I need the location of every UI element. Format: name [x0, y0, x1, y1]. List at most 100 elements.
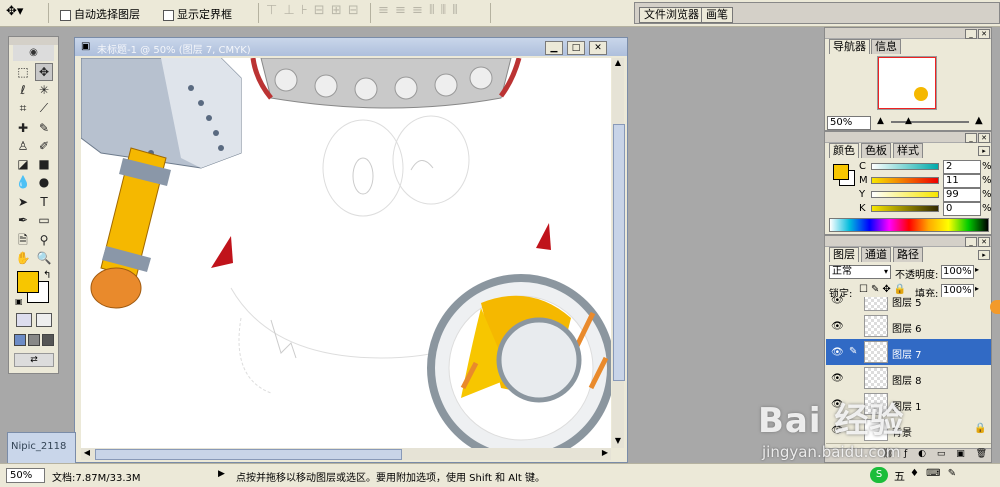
panel-close-icon[interactable]: ✕ [978, 133, 990, 143]
screen-mode-full-icon[interactable] [42, 334, 54, 346]
maximize-button[interactable]: □ [567, 41, 585, 55]
yellow-slider[interactable] [871, 191, 939, 198]
navigator-view-box[interactable] [878, 57, 936, 109]
adobe-logo-icon[interactable]: ◉ [13, 45, 54, 61]
align-buttons-icon[interactable]: ⊤ ⊥ ⊦ ⊟ ⊞ ⊟ [266, 3, 360, 18]
sidebar-tab-icon[interactable] [990, 300, 1000, 314]
navigator-zoom-handle-icon[interactable]: ▲ [905, 116, 912, 126]
layer-row[interactable]: 👁 图层 6 [826, 313, 991, 340]
zoom-in-icon[interactable]: ▲ [975, 115, 983, 126]
eye-icon[interactable]: 👁 [831, 347, 844, 358]
color-panel-foreground-swatch[interactable] [833, 164, 849, 180]
scroll-right-icon[interactable]: ▶ [599, 448, 611, 460]
layer-row[interactable]: 👁 图层 8 [826, 365, 991, 392]
distribute-buttons-icon[interactable]: ≡ ≡ ≡ ⫴ ⫴ ⫴ [378, 3, 459, 18]
document-title-bar[interactable]: ▣ 未标题-1 @ 50% (图层 7, CMYK) ▁ □ ✕ [75, 38, 627, 56]
magenta-value-input[interactable]: 11 [943, 174, 981, 188]
magic-wand-icon[interactable]: ✳ [35, 81, 53, 99]
slice-icon[interactable]: ⟋ [35, 99, 53, 117]
tab-navigator[interactable]: 导航器 [829, 39, 870, 54]
scroll-down-icon[interactable]: ▼ [613, 436, 623, 448]
ime-logo-icon[interactable]: S [870, 467, 888, 483]
tab-color[interactable]: 颜色 [829, 143, 859, 158]
eye-icon[interactable]: 👁 [831, 321, 844, 332]
layer-row[interactable]: 👁 图层 5 [826, 297, 991, 314]
show-bounds-checkbox[interactable]: 显示定界框 [163, 6, 232, 22]
path-select-icon[interactable]: ➤ [14, 193, 32, 211]
scroll-up-icon[interactable]: ▲ [613, 58, 623, 70]
eye-icon[interactable]: 👁 [831, 373, 844, 384]
fill-slider-icon[interactable]: ▸ [975, 284, 979, 293]
gradient-icon[interactable]: ■ [35, 155, 53, 173]
text-icon[interactable]: T [35, 193, 53, 211]
default-colors-icon[interactable]: ▣ [15, 297, 23, 306]
shape-icon[interactable]: ▭ [35, 211, 53, 229]
eye-icon[interactable]: 👁 [831, 297, 844, 306]
minimized-document[interactable]: Nipic_2118 [7, 432, 76, 464]
status-arrow-icon[interactable]: ▶ [218, 469, 225, 479]
auto-select-checkbox[interactable]: 自动选择图层 [60, 6, 140, 22]
tab-styles[interactable]: 样式 [893, 143, 923, 158]
horizontal-scroll-thumb[interactable] [95, 449, 402, 460]
tab-layers[interactable]: 图层 [829, 247, 859, 262]
tab-swatches[interactable]: 色板 [861, 143, 891, 158]
marquee-icon[interactable]: ⬚ [14, 63, 32, 81]
zoom-field[interactable]: 50% [6, 468, 45, 483]
blur-icon[interactable]: 💧 [14, 173, 32, 191]
scroll-left-icon[interactable]: ◀ [81, 448, 93, 460]
blend-mode-select[interactable]: 正常 ▾ [829, 265, 891, 279]
hand-icon[interactable]: ✋ [14, 249, 32, 267]
ime-toolbar-icon[interactable]: ♦ ⌨ ✎ [910, 468, 958, 479]
zoom-icon[interactable]: 🔍 [35, 249, 53, 267]
panel-menu-icon[interactable]: ▸ [978, 250, 990, 260]
panel-minimize-icon[interactable]: _ [965, 237, 977, 247]
black-slider[interactable] [871, 205, 939, 212]
horizontal-scrollbar[interactable]: ◀ ▶ [81, 448, 611, 460]
cyan-value-input[interactable]: 2 [943, 160, 981, 174]
minimize-button[interactable]: ▁ [545, 41, 563, 55]
opacity-slider-icon[interactable]: ▸ [975, 265, 979, 274]
opacity-field[interactable]: 100% [941, 265, 974, 279]
navigator-zoom-slider[interactable] [891, 121, 969, 123]
color-spectrum-bar[interactable] [829, 218, 989, 232]
toolbox-grip[interactable] [9, 37, 58, 45]
well-tab-brushes[interactable]: 画笔 [701, 7, 733, 23]
pen-icon[interactable]: ✒ [14, 211, 32, 229]
vertical-scrollbar[interactable]: ▲ ▼ [612, 58, 625, 448]
brush-icon[interactable]: ✎ [35, 119, 53, 137]
stamp-icon[interactable]: ♙ [14, 137, 32, 155]
tab-channels[interactable]: 通道 [861, 247, 891, 262]
panel-menu-icon[interactable]: ▸ [978, 146, 990, 156]
vertical-scroll-thumb[interactable] [613, 124, 625, 381]
healing-icon[interactable]: ✚ [14, 119, 32, 137]
lasso-icon[interactable]: ℓ [14, 81, 32, 99]
tab-paths[interactable]: 路径 [893, 247, 923, 262]
well-tab-file-browser[interactable]: 文件浏览器 [639, 7, 704, 23]
screen-mode-full-menu-icon[interactable] [28, 334, 40, 346]
tab-info[interactable]: 信息 [871, 39, 901, 54]
panel-close-icon[interactable]: ✕ [978, 29, 990, 39]
foreground-color-swatch[interactable] [17, 271, 39, 293]
cyan-slider[interactable] [871, 163, 939, 170]
move-icon[interactable]: ✥ [35, 63, 53, 81]
zoom-out-icon[interactable]: ▲ [877, 116, 884, 126]
fill-field[interactable]: 100% [941, 284, 974, 298]
panel-minimize-icon[interactable]: _ [965, 133, 977, 143]
navigator-thumbnail[interactable] [877, 56, 937, 110]
crop-icon[interactable]: ⌗ [14, 99, 32, 117]
panel-close-icon[interactable]: ✕ [978, 237, 990, 247]
history-brush-icon[interactable]: ✐ [35, 137, 53, 155]
move-tool-preset-icon[interactable]: ✥▾ [6, 4, 23, 19]
dodge-icon[interactable]: ● [35, 173, 53, 191]
close-button[interactable]: ✕ [589, 41, 607, 55]
navigator-zoom-field[interactable]: 50% [827, 116, 871, 130]
canvas[interactable] [81, 58, 611, 448]
panel-minimize-icon[interactable]: _ [965, 29, 977, 39]
eyedropper-icon[interactable]: ⚲ [35, 231, 53, 249]
black-value-input[interactable]: 0 [943, 202, 981, 216]
screen-mode-standard-icon[interactable] [14, 334, 26, 346]
jump-to-imageready-icon[interactable]: ⇄ [14, 353, 54, 367]
lock-options-icon[interactable]: ☐✎✥🔒 [859, 284, 909, 295]
swap-colors-icon[interactable]: ↰ [43, 270, 51, 281]
quick-mask-mode-icon[interactable] [36, 313, 52, 327]
